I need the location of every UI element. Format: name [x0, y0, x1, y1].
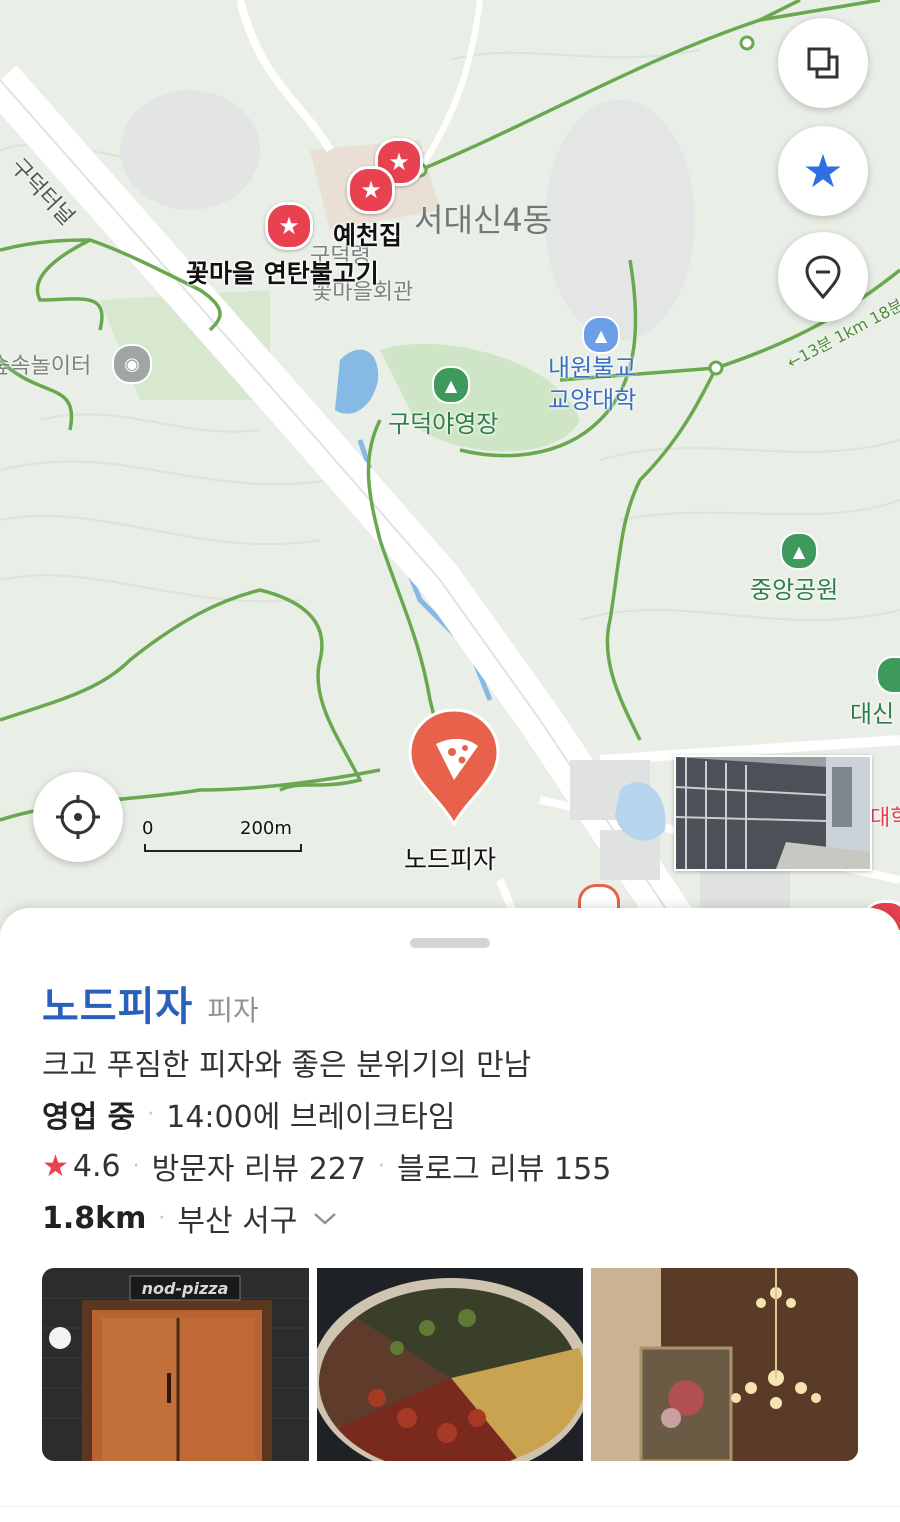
rating-value: 4.6: [72, 1148, 121, 1184]
photo-pizza[interactable]: [316, 1268, 584, 1461]
scale-bar: [144, 844, 302, 852]
visitor-reviews-link[interactable]: 방문자 리뷰 227: [152, 1144, 366, 1188]
layers-button[interactable]: [778, 18, 868, 108]
place-description: 크고 푸짐한 피자와 좋은 분위기의 만남: [42, 1048, 532, 1083]
place-category: 피자: [207, 994, 259, 1027]
college-label-line1: 내원불교: [548, 354, 637, 382]
area-label: 서대신4동: [414, 201, 553, 239]
reviews-row: ★ 4.6 · 방문자 리뷰 227 · 블로그 리뷰 155: [42, 1144, 611, 1188]
crosshair-icon: [56, 795, 100, 839]
layers-icon: [807, 47, 839, 79]
photo-entrance[interactable]: nod-pizza: [42, 1268, 309, 1461]
college-icon: ▲: [582, 316, 620, 354]
pizza-pin-icon: [408, 708, 500, 828]
separator-dot: ·: [132, 1153, 140, 1179]
sheet-drag-handle[interactable]: [410, 938, 490, 948]
park-icon: ▲: [780, 532, 818, 570]
separator-dot: ·: [377, 1153, 385, 1179]
favorite-pin-2[interactable]: ★: [347, 166, 395, 214]
blog-reviews-link[interactable]: 블로그 리뷰 155: [397, 1144, 611, 1188]
location-pin-button[interactable]: [778, 232, 868, 322]
restaurant-label-1[interactable]: 예천집: [333, 216, 402, 252]
daeh-label: 대학: [870, 806, 900, 831]
place-pin-label[interactable]: 노드피자: [404, 840, 496, 876]
daesin-icon: [876, 656, 900, 694]
park-label: 중앙공원: [750, 576, 839, 604]
separator-dot: ·: [158, 1205, 166, 1231]
campground-label: 구덕야영장: [388, 410, 499, 438]
favorite-pin-3[interactable]: ★: [265, 202, 313, 250]
campground-icon: ▲: [432, 366, 470, 404]
scale-zero: 0: [142, 818, 154, 839]
map-scale: 0 200m: [140, 818, 302, 854]
distance-row[interactable]: 1.8km · 부산 서구: [42, 1196, 339, 1240]
map-view[interactable]: 구덕터널 서대신4동 구덕령 꽃마을회관 숲속놀이터 ◉ ▲ 구덕야영장 ▲ 내…: [0, 0, 900, 930]
location-pin-icon: [805, 255, 841, 299]
playground-icon: ◉: [112, 344, 152, 384]
current-location-button[interactable]: [33, 772, 123, 862]
separator-dot: ·: [147, 1101, 155, 1127]
chevron-down-icon[interactable]: [311, 1208, 339, 1228]
photo-interior[interactable]: [591, 1268, 859, 1461]
sign-text: nod-pizza: [142, 1279, 229, 1298]
rating-star-icon: ★: [42, 1148, 69, 1184]
street-view-thumbnail[interactable]: [674, 755, 872, 871]
place-title-row: 노드피자 피자: [42, 974, 259, 1032]
star-icon: ★: [802, 144, 844, 198]
place-name[interactable]: 노드피자: [42, 974, 193, 1032]
place-distance: 1.8km: [42, 1200, 147, 1236]
restaurant-label-2[interactable]: 꽃마을 연탄불고기: [186, 254, 379, 290]
break-time: 14:00에 브레이크타임: [166, 1100, 456, 1135]
place-info-sheet[interactable]: 노드피자 피자 크고 푸짐한 피자와 좋은 분위기의 만남 영업 중 · 14:…: [0, 908, 900, 1522]
place-region: 부산 서구: [177, 1204, 298, 1239]
college-label-line2: 교양대학: [548, 386, 637, 414]
sheet-divider: [0, 1506, 900, 1507]
business-hours-row[interactable]: 영업 중 · 14:00에 브레이크타임: [42, 1092, 455, 1136]
business-status: 영업 중: [42, 1100, 136, 1135]
photo-strip[interactable]: nod-pizza: [42, 1268, 859, 1461]
college-label: 내원불교 교양대학: [548, 352, 636, 416]
playground-label: 숲속놀이터: [0, 354, 92, 379]
place-pin[interactable]: [408, 708, 500, 828]
favorites-button[interactable]: ★: [778, 126, 868, 216]
scale-distance: 200m: [240, 818, 292, 839]
daesin-label: 대신: [850, 700, 895, 728]
